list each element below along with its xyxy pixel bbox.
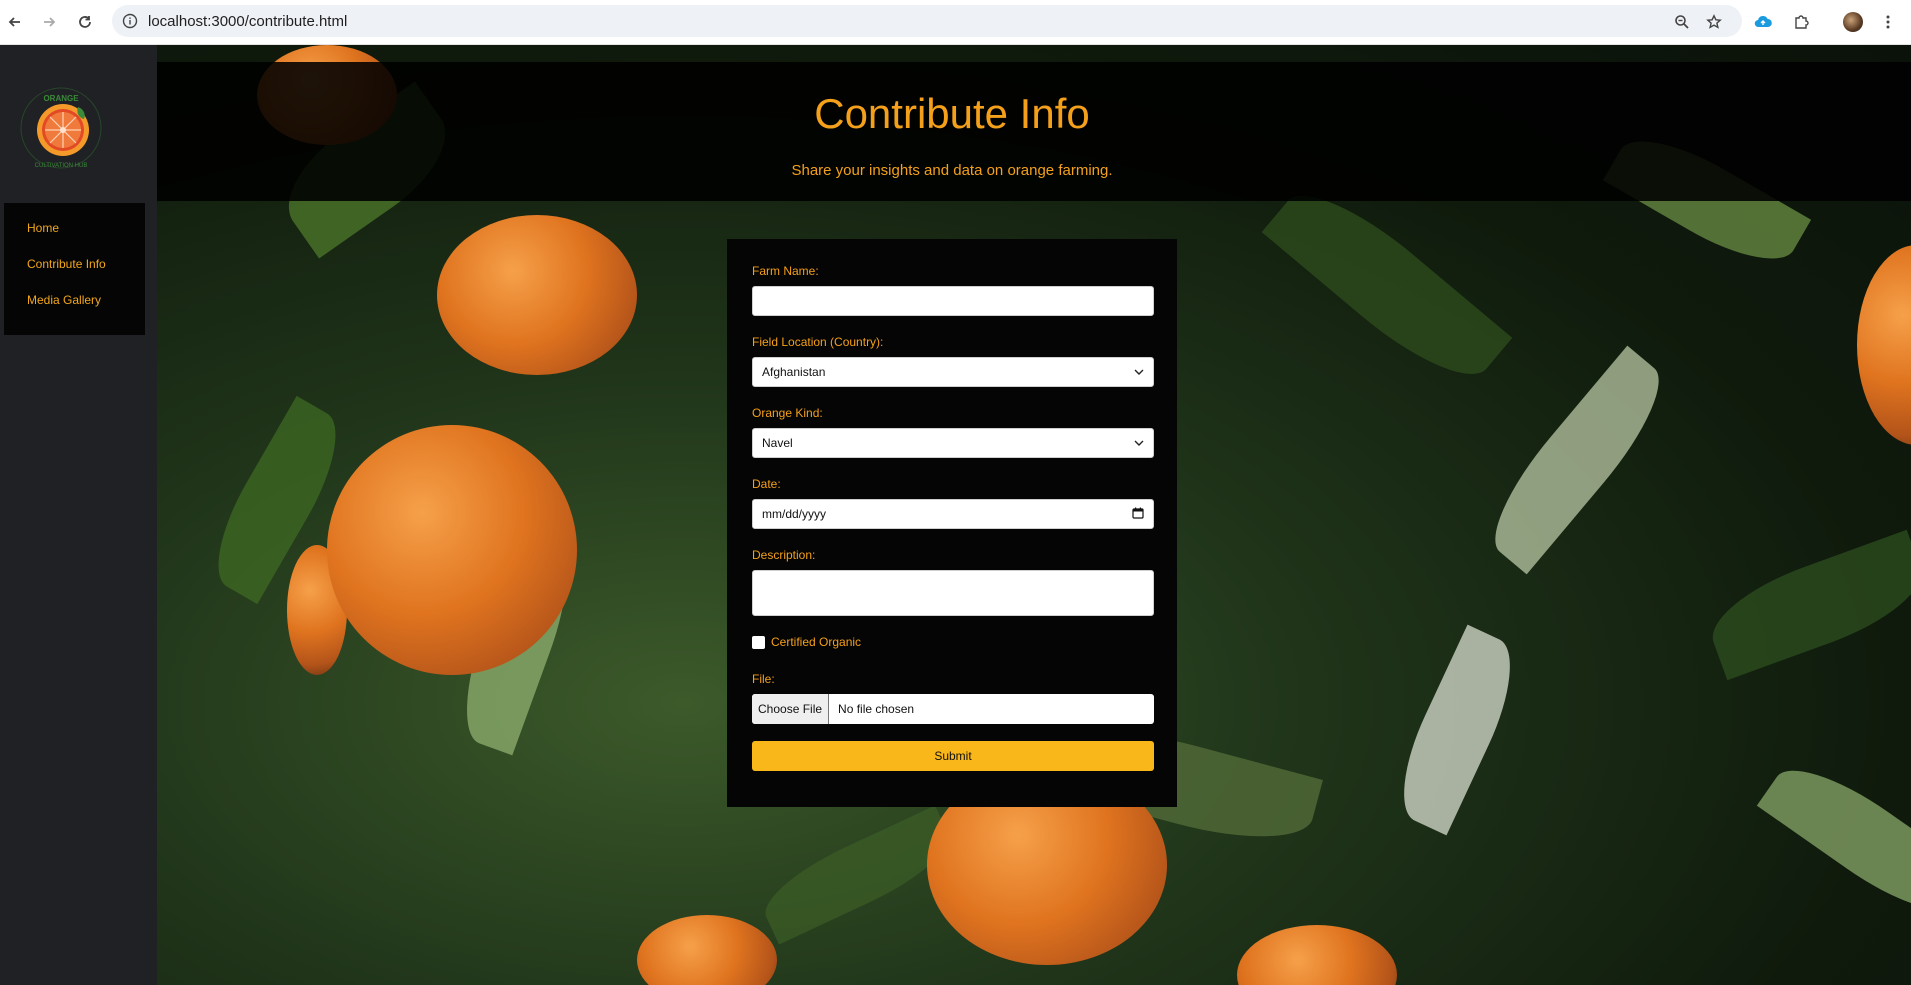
orange-logo[interactable]: ORANGE CULTIVATION HUB <box>18 85 104 171</box>
certified-organic-checkbox[interactable] <box>752 635 765 649</box>
file-status: No file chosen <box>838 702 915 716</box>
description-label: Description: <box>752 548 816 562</box>
page-subtitle: Share your insights and data on orange f… <box>791 162 1113 179</box>
forward-icon[interactable] <box>38 11 60 33</box>
chevron-down-icon <box>1134 367 1144 378</box>
back-icon[interactable] <box>4 11 26 33</box>
calendar-icon[interactable] <box>1132 507 1144 522</box>
nav-media-gallery[interactable]: Media Gallery <box>4 293 145 329</box>
page-title: Contribute Info <box>814 90 1090 137</box>
address-bar[interactable]: localhost:3000/contribute.html <box>112 5 1742 37</box>
bookmark-star-icon[interactable] <box>1702 10 1726 34</box>
date-placeholder: mm/dd/yyyy <box>762 507 827 521</box>
location-select[interactable]: Afghanistan <box>752 357 1154 387</box>
sidebar: ORANGE CULTIVATION HUB Home Contribute I… <box>0 45 157 985</box>
orange-kind-label: Orange Kind: <box>752 406 823 420</box>
nav-home[interactable]: Home <box>4 221 145 257</box>
reload-icon[interactable] <box>74 11 96 33</box>
file-label: File: <box>752 672 775 686</box>
submit-button[interactable]: Submit <box>752 741 1154 771</box>
chevron-down-icon <box>1134 438 1144 449</box>
profile-avatar[interactable] <box>1841 10 1865 34</box>
svg-text:ORANGE: ORANGE <box>43 94 79 103</box>
nav-contribute-info[interactable]: Contribute Info <box>4 257 145 293</box>
browser-toolbar: localhost:3000/contribute.html <box>0 0 1911 45</box>
side-nav: Home Contribute Info Media Gallery <box>4 203 145 335</box>
description-textarea[interactable] <box>752 570 1154 616</box>
date-input[interactable]: mm/dd/yyyy <box>752 499 1154 529</box>
contribute-form: Farm Name: Field Location (Country): Afg… <box>727 239 1177 807</box>
hero-header: Contribute Info Share your insights and … <box>157 62 1911 201</box>
location-value: Afghanistan <box>762 365 826 379</box>
orange-kind-value: Navel <box>762 436 793 450</box>
certified-organic-label[interactable]: Certified Organic <box>771 635 861 649</box>
farm-name-input[interactable] <box>752 286 1154 316</box>
choose-file-button[interactable]: Choose File <box>752 694 830 724</box>
svg-text:CULTIVATION HUB: CULTIVATION HUB <box>35 163 88 169</box>
zoom-icon[interactable] <box>1670 10 1694 34</box>
extensions-puzzle-icon[interactable] <box>1789 10 1813 34</box>
farm-name-label: Farm Name: <box>752 264 819 278</box>
url-text: localhost:3000/contribute.html <box>148 13 348 30</box>
site-info-icon[interactable] <box>122 13 138 29</box>
extension-cloud-icon[interactable] <box>1751 10 1775 34</box>
file-input[interactable]: Choose File No file chosen <box>752 694 1154 724</box>
menu-kebab-icon[interactable] <box>1876 10 1900 34</box>
orange-kind-select[interactable]: Navel <box>752 428 1154 458</box>
page: ORANGE CULTIVATION HUB Home Contribute I… <box>0 45 1911 985</box>
date-label: Date: <box>752 477 781 491</box>
location-label: Field Location (Country): <box>752 335 884 349</box>
